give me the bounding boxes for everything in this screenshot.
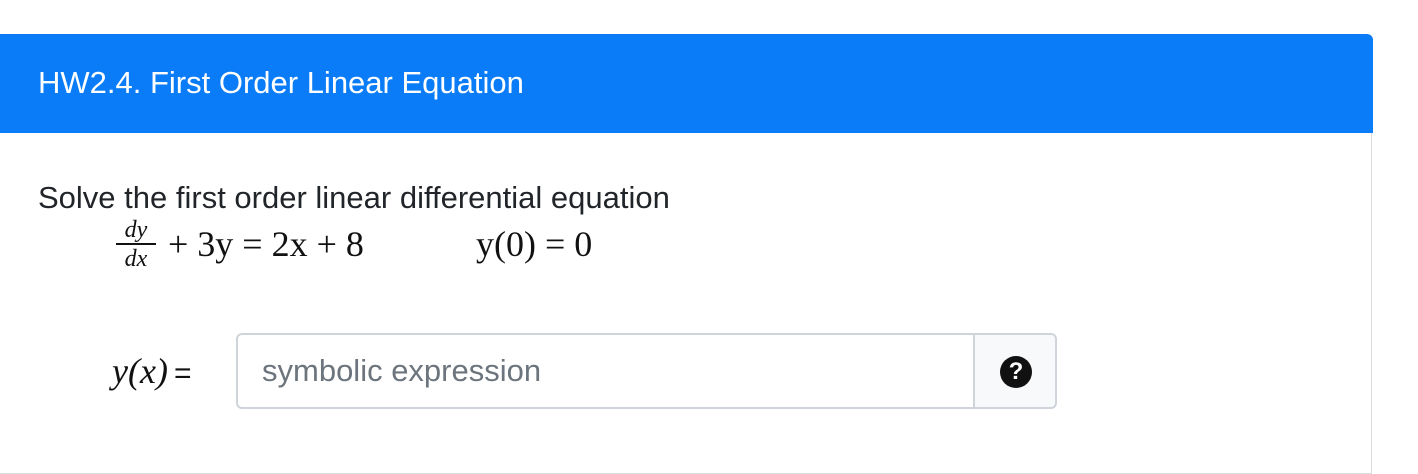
fraction-bar [116,243,156,245]
derivative-fraction: dy dx [116,218,156,271]
help-button[interactable]: ? [973,333,1057,409]
fraction-denominator: dx [124,246,148,272]
fraction-numerator: dy [124,217,148,243]
question-circle-icon: ? [1000,356,1032,388]
question-prompt: Solve the first order linear differentia… [38,180,670,215]
answer-equals: = [173,357,192,390]
answer-label: y(x) = [112,350,191,392]
answer-input-group: ? [236,333,1057,409]
answer-variable: y(x) [112,351,168,391]
question-title: HW2.4. First Order Linear Equation [38,65,524,100]
equation-rhs: + 3y = 2x + 8 [168,224,364,264]
card-header: HW2.4. First Order Linear Equation [0,34,1373,133]
answer-input[interactable] [236,333,975,409]
initial-condition: y(0) = 0 [476,224,593,264]
